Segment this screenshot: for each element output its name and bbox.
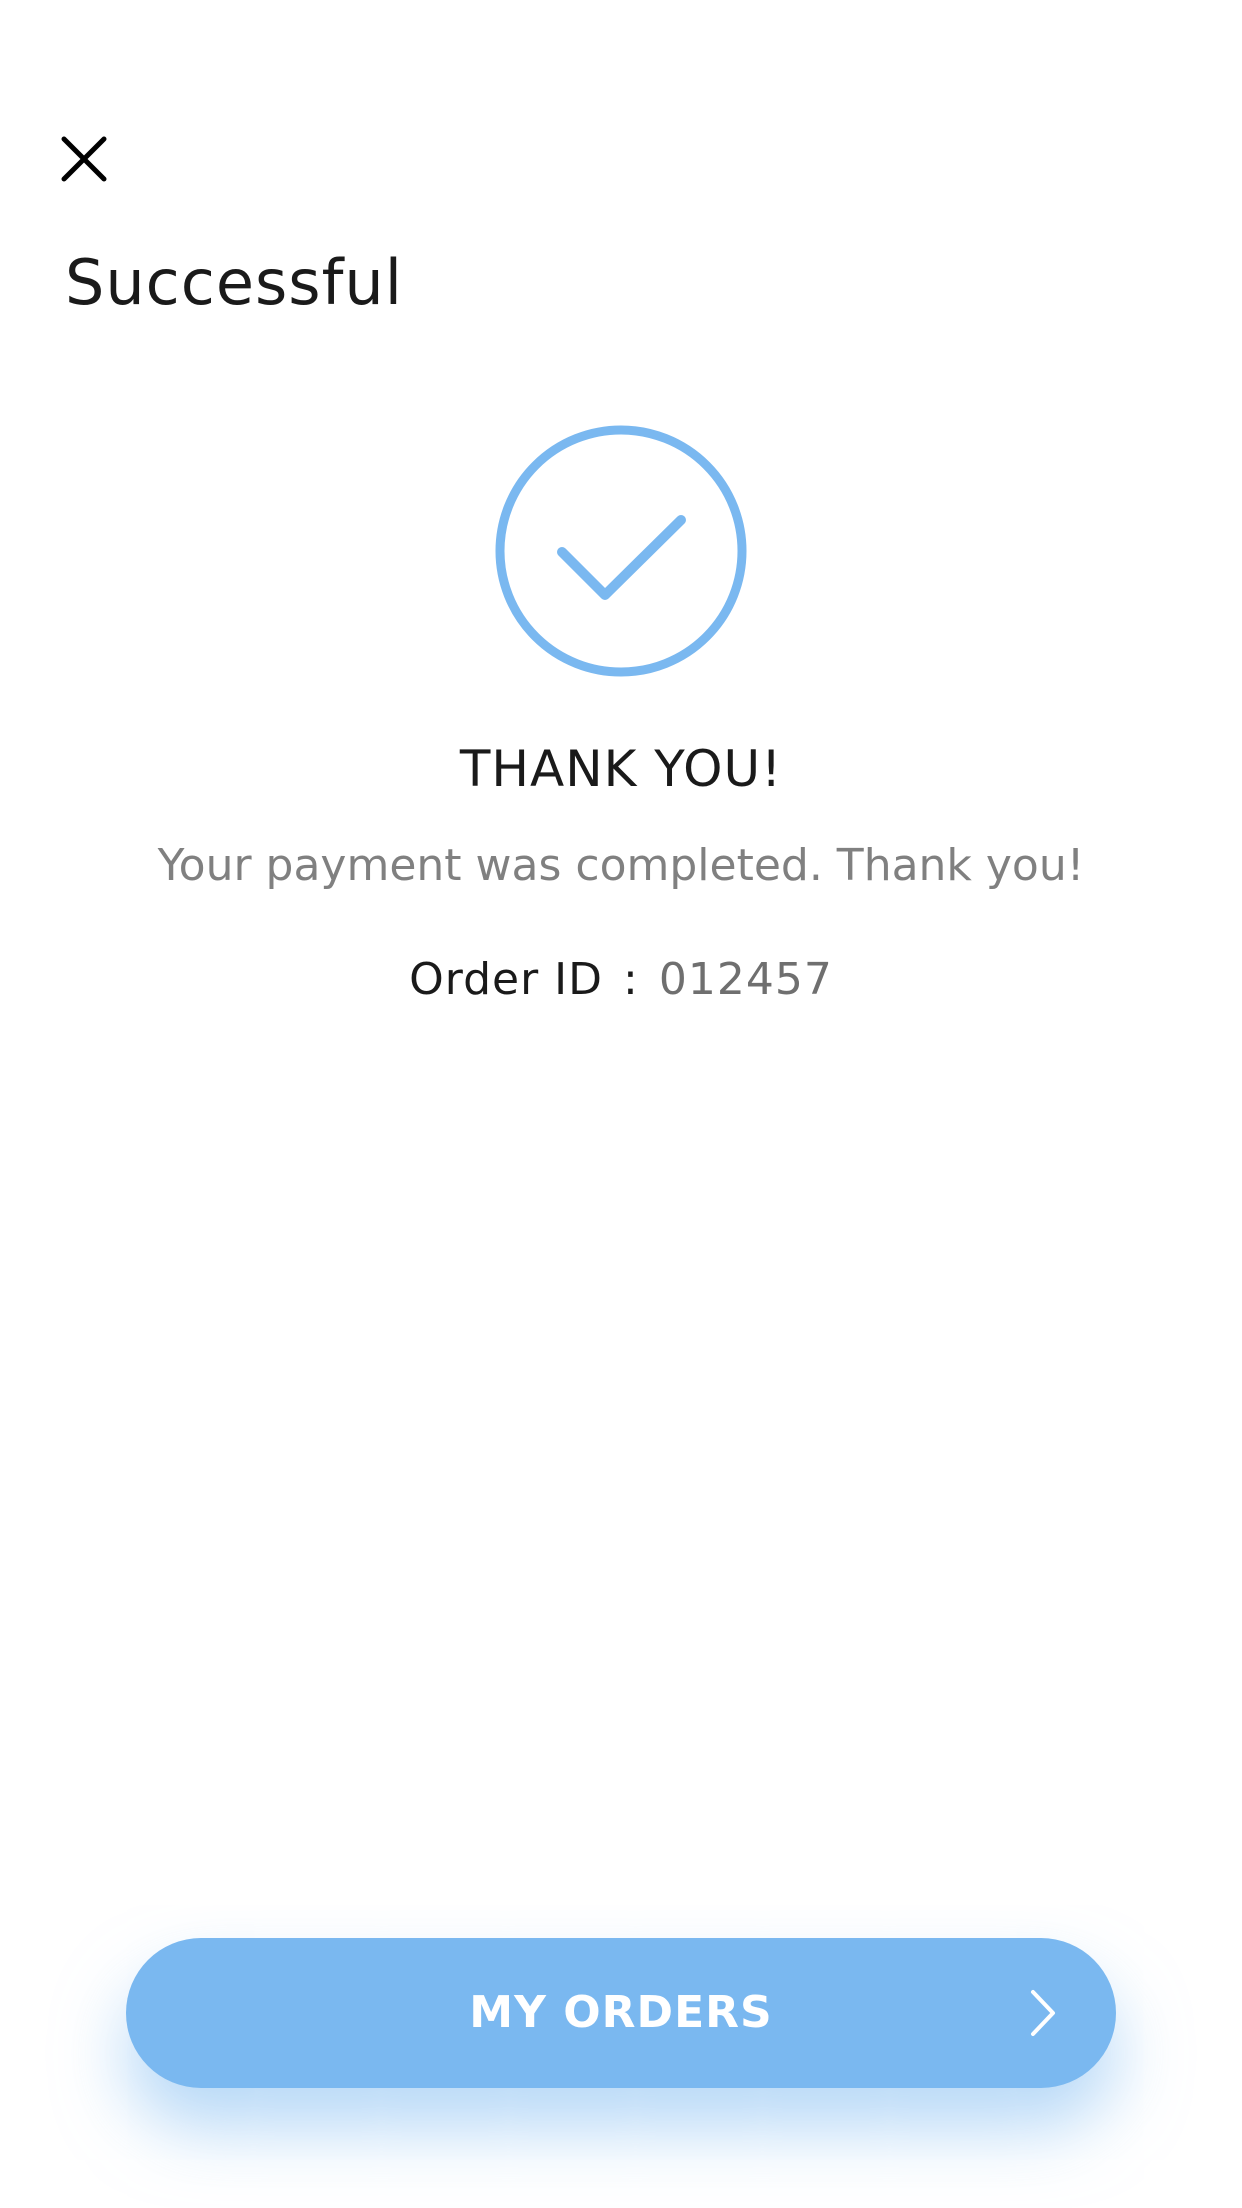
my-orders-button-label: MY ORDERS [469,1987,773,2038]
chevron-right-icon [1031,1990,1055,2036]
close-button[interactable] [40,115,128,203]
thank-you-heading: THANK YOU! [459,740,783,798]
check-circle-icon [495,425,747,677]
close-icon [61,136,107,182]
order-id-label: Order ID [409,954,604,1005]
order-id-value: 012457 [658,954,833,1005]
page-title: Successful [65,246,403,319]
order-id-row: Order ID:012457 [0,958,1242,1002]
order-id-separator: : [623,954,639,1005]
payment-message: Your payment was completed. Thank you! [157,840,1085,891]
my-orders-button[interactable]: MY ORDERS [126,1938,1116,2088]
